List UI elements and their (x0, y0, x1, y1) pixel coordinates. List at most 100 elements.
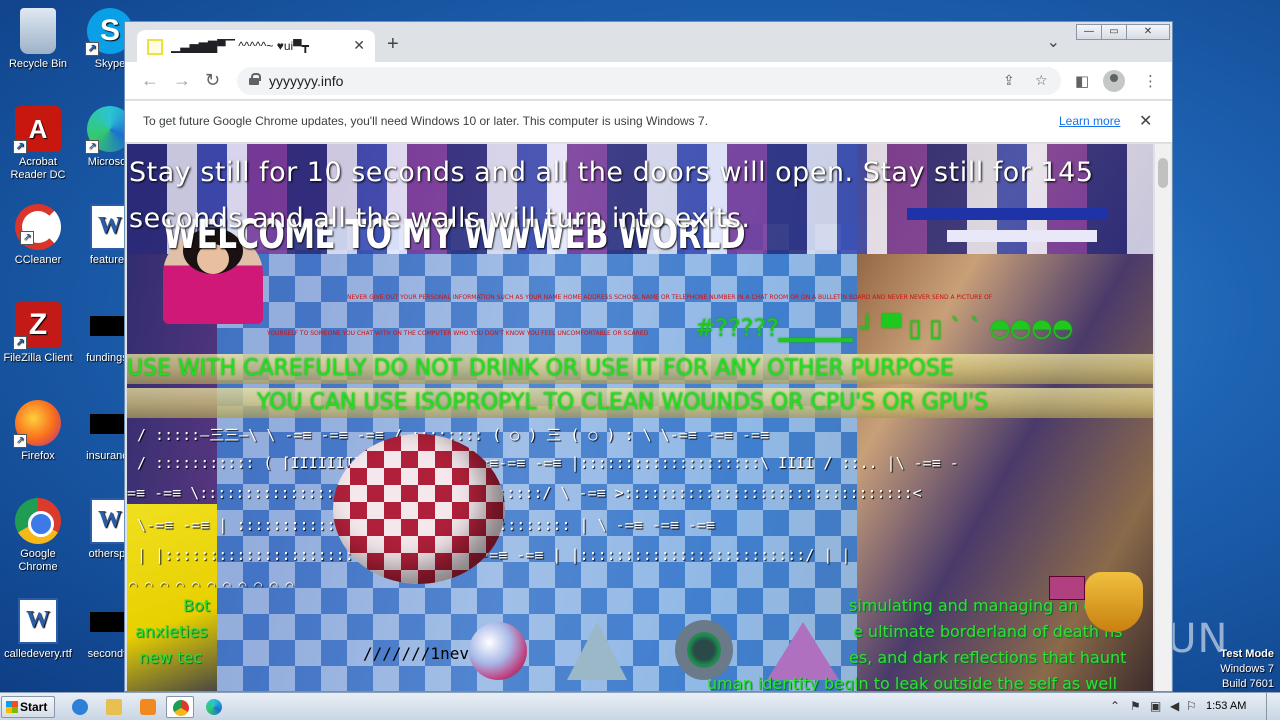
bottom-text-left: Bot (183, 596, 211, 615)
acrobat-icon: A ↗ (13, 106, 61, 154)
clock[interactable]: 1:53 AM (1206, 700, 1246, 712)
glyph-row: #?????▁▁▁▁ ┘ ▀ ▯ ▯ ˋ ˋ ◓◓◓◓ (695, 314, 1074, 342)
small-card-image (1049, 576, 1085, 600)
media-player-icon (140, 699, 156, 715)
tab-close-icon[interactable]: ✕ (353, 37, 365, 54)
bookmark-star-icon[interactable]: ☆ (1035, 72, 1048, 89)
desktop-icon-firefox[interactable]: ↗ Firefox (0, 400, 76, 463)
filezilla-icon: Z ↗ (13, 302, 61, 350)
network-icon[interactable]: ▣ (1150, 699, 1161, 713)
desktop-icon-label: Acrobat Reader DC (10, 156, 66, 181)
taskbar-media-button[interactable] (134, 696, 162, 718)
new-tab-button[interactable]: + (387, 34, 399, 54)
safety-warning-line2: YOURSELF TO SOMEONE YOU CHAT WITH ON THE… (267, 330, 649, 337)
profile-avatar-icon[interactable] (1103, 70, 1125, 92)
bottom-text-right3: es, and dark reflections that haunt (849, 648, 1127, 667)
lock-icon[interactable] (249, 73, 261, 85)
notification-flag-icon[interactable]: ⚐ (1186, 699, 1197, 713)
infobar-close-icon[interactable]: ✕ (1139, 111, 1152, 131)
desktop-icon-label: CCleaner (14, 254, 62, 266)
favicon-icon (147, 39, 163, 55)
menu-icon[interactable]: ⋮ (1143, 72, 1158, 90)
stay-still-text: Stay still for 10 seconds and all the do… (129, 157, 1094, 234)
chrome-icon (173, 700, 189, 716)
warning-text-2: YOU CAN USE ISOPROPYL TO CLEAN WOUNDS OR… (257, 390, 989, 415)
taskbar-ie-button[interactable] (66, 696, 94, 718)
chrome-window: ▁▃▅▆▇▀▔ ^^^^^~ ♥ui▀┳ ✕ + ⌄ — ▭ ✕ ← → ↻ y… (124, 21, 1173, 692)
warning-text-1: USE WITH CAREFULLY DO NOT DRINK OR USE I… (127, 356, 954, 381)
side-panel-icon[interactable]: ◧ (1075, 72, 1089, 90)
ccleaner-icon: ↗ (15, 204, 61, 250)
desktop-icon-recycle-bin[interactable]: Recycle Bin (0, 8, 76, 71)
infobar-message: To get future Google Chrome updates, you… (143, 114, 709, 128)
checkered-ball-image (333, 434, 505, 584)
bottom-text-right4: uman identity begin to leak outside the … (707, 674, 1118, 691)
desktop-icon-label: calledevery.rtf (4, 648, 72, 660)
maximize-button[interactable]: ▭ (1101, 24, 1127, 40)
tray-overflow-icon[interactable]: ⌃ (1110, 699, 1120, 713)
chrome-icon (15, 498, 61, 544)
firefox-icon: ↗ (13, 400, 61, 448)
windows-logo-icon (6, 701, 18, 713)
desktop-icon-filezilla[interactable]: Z ↗ FileZilla Client (0, 302, 76, 365)
page-scrollbar[interactable] (1155, 144, 1171, 691)
desktop: Recycle Bin A ↗ Acrobat Reader DC ↗ CClea… (0, 0, 1280, 692)
taskbar-edge-button[interactable] (200, 696, 228, 718)
tab-active[interactable]: ▁▃▅▆▇▀▔ ^^^^^~ ♥ui▀┳ ✕ (137, 30, 375, 62)
web-page: WELCOME TO MY WWWEB WORLD Stay still for… (127, 144, 1153, 691)
edge-icon (206, 699, 222, 715)
close-window-button[interactable]: ✕ (1126, 24, 1170, 40)
desktop-icon-label: FileZilla Client (3, 352, 73, 364)
bottom-text-newtec: new tec (139, 648, 203, 667)
ascii-art-line: / ::::::::::: ( ⌈IIIIIIII(::::\ \-=≡ -=≡… (137, 454, 959, 472)
scrollbar-thumb[interactable] (1158, 158, 1168, 188)
reload-button[interactable]: ↻ (205, 71, 220, 89)
ring-object-image (675, 620, 733, 680)
safety-warning-line1: NEVER GIVE OUT YOUR PERSONAL INFORMATION… (347, 294, 993, 301)
desktop-icon-calledevery[interactable]: W calledevery.rtf (0, 598, 76, 661)
bottom-text-anxieties: anxieties (135, 622, 208, 641)
share-icon[interactable]: ⇪ (1003, 72, 1015, 89)
ascii-art-line: | |::::::::::::::::::::::::::/ | \-=≡ -=… (137, 546, 851, 564)
word-doc-icon: W (18, 598, 58, 644)
update-infobar: To get future Google Chrome updates, you… (125, 101, 1172, 143)
desktop-icon-chrome[interactable]: Google Chrome (0, 498, 76, 574)
desktop-icon-ccleaner[interactable]: ↗ CCleaner (0, 204, 76, 267)
desktop-icon-acrobat[interactable]: A ↗ Acrobat Reader DC (0, 106, 76, 182)
forward-button[interactable]: → (173, 71, 191, 89)
pyramid-image (567, 622, 627, 680)
taskbar-explorer-button[interactable] (100, 696, 128, 718)
test-mode-line3: Build 7601 (1222, 678, 1274, 690)
taskbar: Start ⌃ ⚑ ▣ ◀ ⚐ 1:53 AM (0, 692, 1280, 720)
golden-mask-image (1085, 572, 1143, 632)
test-mode-line1: Test Mode (1220, 648, 1274, 660)
pyramid-image (767, 622, 839, 680)
back-button[interactable]: ← (141, 71, 159, 89)
start-label: Start (20, 700, 48, 714)
bottom-text-right2: e ultimate borderland of death ns (853, 622, 1123, 641)
taskbar-chrome-button[interactable] (166, 696, 194, 718)
desktop-icon-label: Google Chrome (18, 548, 58, 573)
recycle-bin-icon (20, 8, 56, 54)
tab-title: ▁▃▅▆▇▀▔ ^^^^^~ ♥ui▀┳ (171, 39, 309, 53)
ascii-wave: ⌒ ⌒ ⌒ ⌒ ⌒ ⌒ ⌒ ⌒ ⌒ ⌒ ⌒ (129, 578, 294, 593)
tab-search-button[interactable]: ⌄ (1047, 32, 1060, 52)
internet-explorer-icon (72, 699, 88, 715)
folder-icon (106, 699, 122, 715)
show-desktop-button[interactable] (1266, 693, 1280, 720)
desktop-icon-label: Firefox (21, 450, 55, 462)
minimize-button[interactable]: — (1076, 24, 1102, 40)
address-bar[interactable]: yyyyyyy.info ⇪ ☆ (237, 67, 1061, 95)
ascii-art-line: =≡ -=≡ \:::::::::::::::::::U::::::::::::… (127, 484, 922, 502)
volume-icon[interactable]: ◀ (1170, 699, 1179, 713)
action-center-icon[interactable]: ⚑ (1130, 699, 1141, 713)
url-text[interactable]: yyyyyyy.info (269, 73, 343, 89)
browser-toolbar: ← → ↻ yyyyyyy.info ⇪ ☆ ◧ ⋮ (125, 62, 1172, 100)
glass-sphere-image (469, 622, 527, 680)
learn-more-link[interactable]: Learn more (1059, 114, 1120, 128)
tab-strip: ▁▃▅▆▇▀▔ ^^^^^~ ♥ui▀┳ ✕ + ⌄ — ▭ ✕ (125, 22, 1172, 62)
test-mode-line2: Windows 7 (1220, 663, 1274, 675)
start-button[interactable]: Start (1, 696, 55, 718)
slashes-text: ///////1nev (363, 644, 469, 663)
desktop-icon-label: Recycle Bin (8, 58, 68, 70)
